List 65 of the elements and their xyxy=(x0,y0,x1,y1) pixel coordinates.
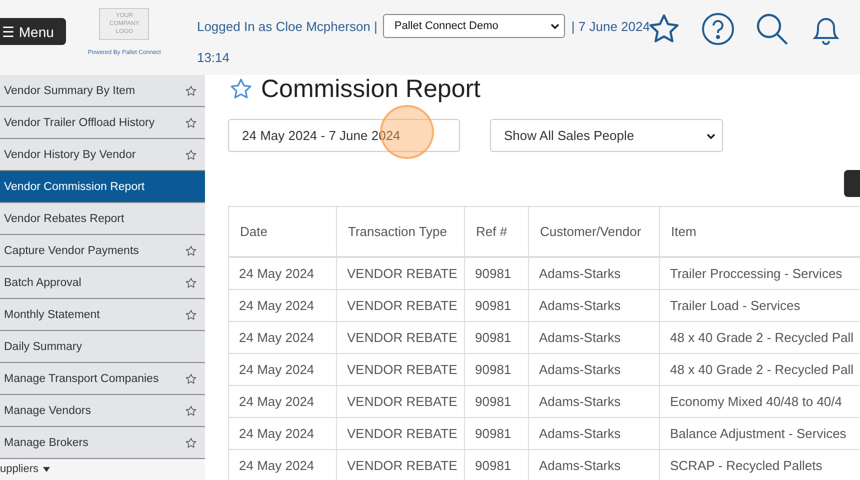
star-icon[interactable] xyxy=(185,372,197,384)
table-cell: Adams-Starks xyxy=(528,289,660,321)
company-select[interactable]: Pallet Connect Demo xyxy=(383,14,566,38)
page-title: Commission Report xyxy=(261,75,481,104)
caret-icon xyxy=(42,466,50,472)
table-cell: Adams-Starks xyxy=(528,385,660,417)
table-cell: 90981 xyxy=(464,417,528,449)
column-header: Date xyxy=(228,206,336,256)
table-cell: VENDOR REBATE xyxy=(336,353,464,385)
date-text: | 7 June 2024 xyxy=(571,18,650,34)
search-icon[interactable] xyxy=(754,12,789,46)
table-cell: 90981 xyxy=(464,289,528,321)
sidebar-item[interactable]: Batch Approval xyxy=(0,267,205,299)
table-cell: 24 May 2024 xyxy=(228,417,336,449)
logged-in-text: Logged In as Cloe Mcpherson | xyxy=(196,18,378,34)
table-cell: 90981 xyxy=(464,353,528,385)
chevron-down-icon xyxy=(550,21,560,31)
column-header: Item xyxy=(660,206,860,256)
table-cell: 24 May 2024 xyxy=(228,449,336,480)
column-header: Ref # xyxy=(464,206,528,256)
sidebar-section[interactable]: uppliers xyxy=(0,463,39,475)
table-cell: 90981 xyxy=(464,256,528,289)
sidebar-item[interactable]: Vendor Summary By Item xyxy=(0,75,205,107)
star-icon[interactable] xyxy=(185,404,197,416)
table-cell: Adams-Starks xyxy=(528,353,660,385)
table-cell: 90981 xyxy=(464,321,528,353)
favorite-star-icon[interactable] xyxy=(229,77,253,101)
sidebar-item[interactable]: Manage Vendors xyxy=(0,395,205,427)
table-cell: Adams-Starks xyxy=(528,256,660,289)
sidebar-item[interactable]: Vendor History By Vendor xyxy=(0,139,205,171)
table-cell: Adams-Starks xyxy=(528,417,660,449)
help-icon[interactable] xyxy=(700,12,735,46)
star-icon[interactable] xyxy=(185,276,197,288)
menu-button[interactable]: ☰ Menu xyxy=(0,18,66,45)
time-text: 13:14 xyxy=(196,50,230,65)
date-range-field[interactable]: 24 May 2024 - 7 June 2024 xyxy=(228,119,460,152)
column-header: Customer/Vendor xyxy=(528,206,660,256)
column-header: Transaction Type xyxy=(336,206,464,256)
star-icon[interactable] xyxy=(185,84,197,96)
sidebar-item[interactable]: Capture Vendor Payments xyxy=(0,235,205,267)
sales-people-select[interactable]: Show All Sales People xyxy=(490,119,723,152)
table-cell: Adams-Starks xyxy=(528,321,660,353)
star-icon[interactable] xyxy=(185,116,197,128)
table-cell: VENDOR REBATE xyxy=(336,256,464,289)
star-icon[interactable] xyxy=(185,308,197,320)
sidebar-item[interactable]: Manage Transport Companies xyxy=(0,363,205,395)
table-cell: 24 May 2024 xyxy=(228,256,336,289)
table-cell: 90981 xyxy=(464,385,528,417)
sidebar-item[interactable]: Vendor Commission Report xyxy=(0,171,205,203)
table-cell: VENDOR REBATE xyxy=(336,417,464,449)
sidebar-item[interactable]: Vendor Rebates Report xyxy=(0,203,205,235)
table-cell: 24 May 2024 xyxy=(228,289,336,321)
table-cell: VENDOR REBATE xyxy=(336,385,464,417)
table-cell: 24 May 2024 xyxy=(228,353,336,385)
sidebar-item[interactable]: Daily Summary xyxy=(0,331,205,363)
table-cell: 24 May 2024 xyxy=(228,385,336,417)
star-icon[interactable] xyxy=(185,436,197,448)
star-icon[interactable] xyxy=(185,244,197,256)
star-icon[interactable] xyxy=(185,148,197,160)
table-cell: VENDOR REBATE xyxy=(336,289,464,321)
sidebar-item[interactable]: Manage Brokers xyxy=(0,427,205,459)
table-cell: VENDOR REBATE xyxy=(336,321,464,353)
sidebar-item[interactable]: Monthly Statement xyxy=(0,299,205,331)
sidebar-item[interactable]: Vendor Trailer Offload History xyxy=(0,107,205,139)
table-cell: 24 May 2024 xyxy=(228,321,336,353)
